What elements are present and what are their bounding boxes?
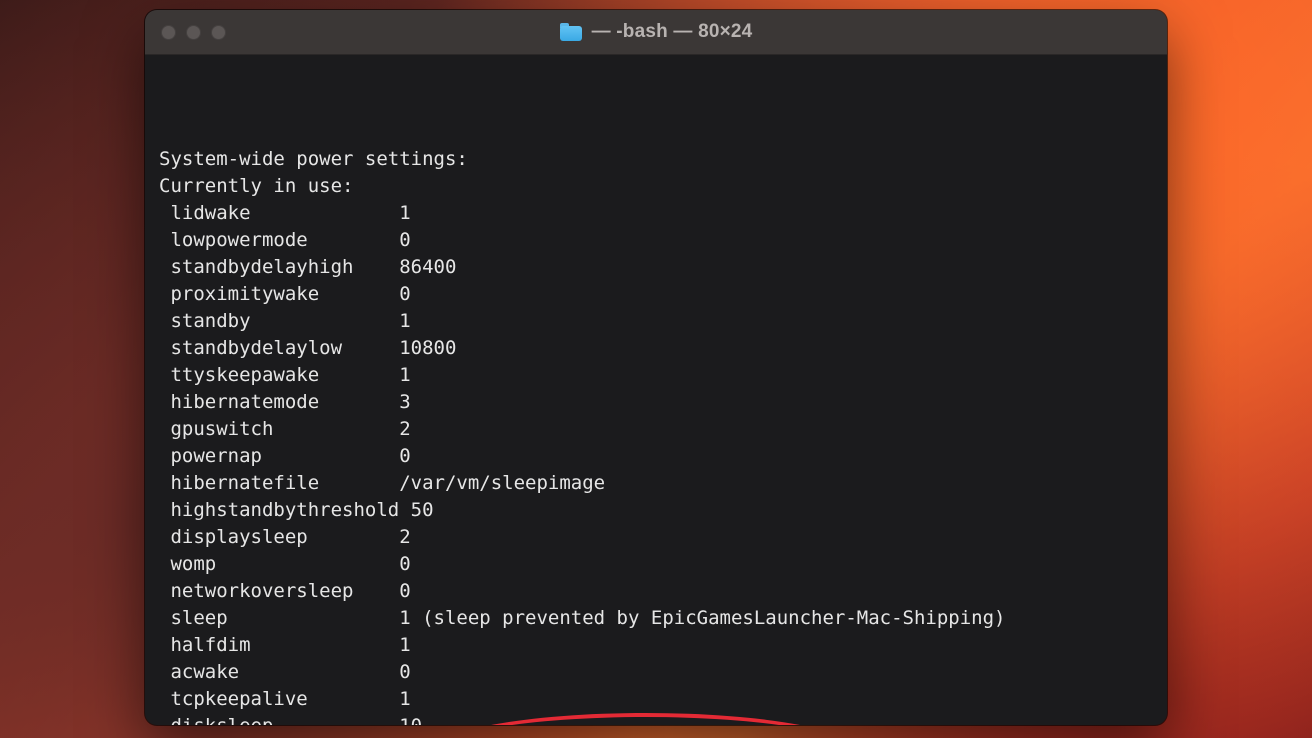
setting-row-networkoversleep: networkoversleep 0 xyxy=(159,578,1153,605)
window-titlebar[interactable]: — -bash — 80×24 xyxy=(145,10,1167,55)
setting-row-sleep: sleep 1 (sleep prevented by EpicGamesLau… xyxy=(159,605,1153,632)
setting-row-gpuswitch: gpuswitch 2 xyxy=(159,416,1153,443)
setting-row-halfdim: halfdim 1 xyxy=(159,632,1153,659)
setting-row-tcpkeepalive: tcpkeepalive 1 xyxy=(159,686,1153,713)
setting-row-standbydelaylow: standbydelaylow 10800 xyxy=(159,335,1153,362)
close-button[interactable] xyxy=(161,25,176,40)
output-header: Currently in use: xyxy=(159,173,1153,200)
terminal-content[interactable]: System-wide power settings:Currently in … xyxy=(145,55,1167,725)
setting-row-displaysleep: displaysleep 2 xyxy=(159,524,1153,551)
folder-icon xyxy=(560,23,582,41)
setting-row-ttyskeepawake: ttyskeepawake 1 xyxy=(159,362,1153,389)
setting-row-hibernatemode: hibernatemode 3 xyxy=(159,389,1153,416)
zoom-button[interactable] xyxy=(211,25,226,40)
window-controls xyxy=(161,25,226,40)
setting-row-highstandbythreshold: highstandbythreshold 50 xyxy=(159,497,1153,524)
setting-row-standbydelayhigh: standbydelayhigh 86400 xyxy=(159,254,1153,281)
setting-row-standby: standby 1 xyxy=(159,308,1153,335)
desktop-wallpaper: — -bash — 80×24 System-wide power settin… xyxy=(0,0,1312,738)
minimize-button[interactable] xyxy=(186,25,201,40)
setting-row-proximitywake: proximitywake 0 xyxy=(159,281,1153,308)
terminal-window[interactable]: — -bash — 80×24 System-wide power settin… xyxy=(145,10,1167,725)
output-header: System-wide power settings: xyxy=(159,146,1153,173)
setting-row-hibernatefile: hibernatefile /var/vm/sleepimage xyxy=(159,470,1153,497)
setting-row-lowpowermode: lowpowermode 0 xyxy=(159,227,1153,254)
setting-row-powernap: powernap 0 xyxy=(159,443,1153,470)
setting-row-disksleep: disksleep 10 xyxy=(159,713,1153,725)
window-title: — -bash — 80×24 xyxy=(592,21,753,43)
setting-row-lidwake: lidwake 1 xyxy=(159,200,1153,227)
setting-row-womp: womp 0 xyxy=(159,551,1153,578)
setting-row-acwake: acwake 0 xyxy=(159,659,1153,686)
